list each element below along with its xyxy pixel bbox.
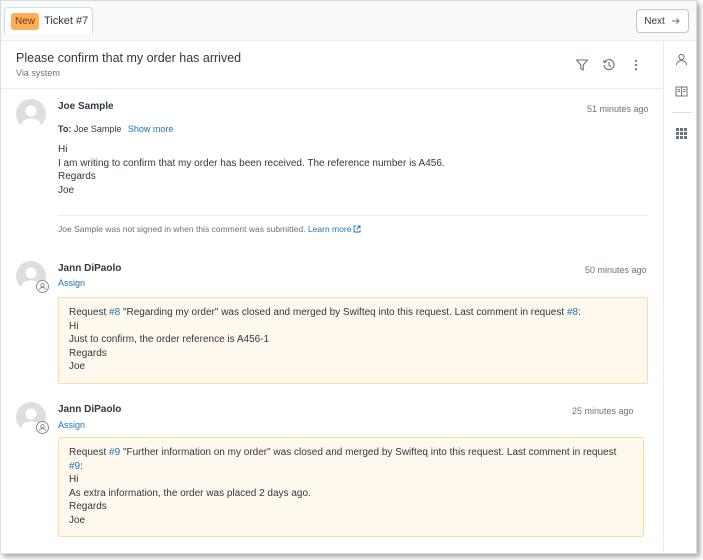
- merge-prefix: Request: [69, 447, 107, 458]
- show-more-link[interactable]: Show more: [128, 124, 174, 134]
- notice-text: Joe Sample was not signed in when this c…: [58, 224, 306, 234]
- comment-line: Joe: [69, 514, 86, 526]
- comment-line: Joe: [69, 361, 86, 372]
- comment-author[interactable]: Jann DiPaolo: [58, 404, 121, 415]
- comment-time: 51 minutes ago: [587, 104, 649, 114]
- filter-icon[interactable]: [575, 58, 589, 72]
- user-icon[interactable]: [675, 53, 688, 66]
- arrow-right-icon: [671, 18, 680, 24]
- recipient-line: To: Joe Sample Show more: [58, 124, 173, 134]
- comment-line: Hi: [58, 144, 68, 155]
- ticket-tab[interactable]: New Ticket #7: [4, 7, 93, 34]
- merge-notice: Request #9 "Further information on my or…: [69, 446, 633, 473]
- to-value: Joe Sample: [73, 124, 122, 134]
- request-link[interactable]: #8: [567, 307, 578, 318]
- to-label: To:: [58, 124, 72, 134]
- ticket-tab-label: Ticket #7: [44, 15, 89, 27]
- ticket-window: New Ticket #7 Next Please confirm that m…: [0, 0, 697, 554]
- comment-time: 25 minutes ago: [572, 406, 634, 416]
- agent-badge-icon: [36, 421, 49, 434]
- context-sidebar: [663, 41, 696, 553]
- comment-line: Regards: [58, 171, 96, 182]
- learn-more-link[interactable]: Learn more: [308, 224, 361, 234]
- merge-notice: Request #8 "Regarding my order" was clos…: [69, 306, 637, 320]
- request-link[interactable]: #9: [69, 461, 80, 472]
- comment-time: 50 minutes ago: [585, 265, 647, 275]
- comment-line: Regards: [69, 347, 107, 359]
- assign-link[interactable]: Assign: [58, 278, 85, 288]
- comment-line: Hi: [69, 320, 79, 332]
- merged-comment-box: Request #8 "Regarding my order" was clos…: [58, 297, 648, 384]
- request-link[interactable]: #9: [109, 447, 120, 458]
- external-link-icon: [353, 225, 361, 233]
- sidebar-divider: [672, 112, 691, 113]
- tab-bar: New Ticket #7 Next: [1, 1, 696, 41]
- ticket-via: Via system: [16, 68, 60, 78]
- status-badge: New: [11, 12, 40, 30]
- next-button-label: Next: [644, 15, 665, 27]
- assign-link[interactable]: Assign: [58, 420, 85, 430]
- avatar[interactable]: [16, 99, 46, 129]
- merge-prefix: Request: [69, 307, 107, 318]
- learn-more-label: Learn more: [307, 224, 352, 234]
- next-button[interactable]: Next: [636, 9, 689, 33]
- more-vertical-icon[interactable]: [629, 58, 643, 72]
- comment-author[interactable]: Jann DiPaolo: [58, 263, 121, 274]
- signed-in-notice: Joe Sample was not signed in when this c…: [58, 224, 361, 234]
- ticket-header: Please confirm that my order has arrived…: [1, 41, 663, 89]
- ticket-title: Please confirm that my order has arrived: [16, 51, 242, 65]
- merge-middle: "Regarding my order" was closed and merg…: [122, 307, 565, 318]
- book-icon[interactable]: [675, 85, 688, 98]
- comment-line: I am writing to confirm that my order ha…: [58, 157, 445, 169]
- comment-line: Regards: [69, 501, 107, 512]
- history-icon[interactable]: [602, 58, 616, 72]
- conversation-log: Joe Sample 51 minutes ago To: Joe Sample…: [1, 89, 663, 553]
- agent-badge-icon: [36, 280, 49, 293]
- merge-suffix: :: [80, 460, 83, 472]
- comment-line: Hi: [69, 474, 79, 485]
- merge-middle: "Further information on my order" was cl…: [122, 447, 617, 458]
- comment-divider: [58, 215, 648, 216]
- apps-grid-icon[interactable]: [675, 127, 688, 140]
- comment-line: As extra information, the order was plac…: [69, 487, 311, 499]
- comment-line: Just to confirm, the order reference is …: [69, 334, 270, 345]
- merge-suffix: :: [578, 307, 581, 318]
- comment-author[interactable]: Joe Sample: [58, 101, 114, 112]
- merged-comment-box: Request #9 "Further information on my or…: [58, 437, 644, 537]
- comment-body: Hi I am writing to confirm that my order…: [58, 143, 445, 197]
- request-link[interactable]: #8: [109, 307, 120, 318]
- comment-line: Joe: [58, 184, 75, 196]
